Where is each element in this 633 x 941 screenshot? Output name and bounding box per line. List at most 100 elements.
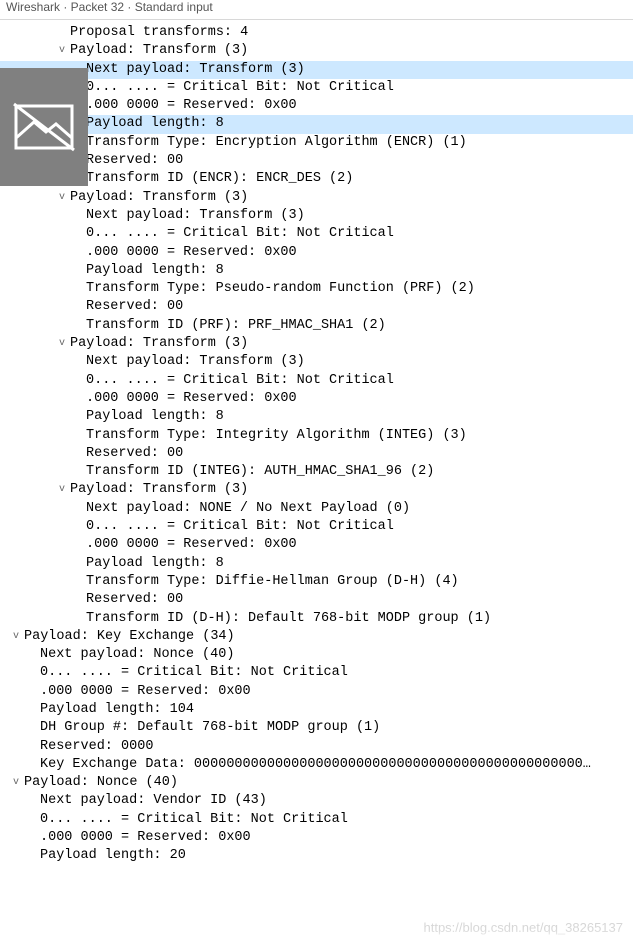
- tree-row-label: Transform ID (INTEG): AUTH_HMAC_SHA1_96 …: [86, 463, 434, 481]
- tree-row-label: 0... .... = Critical Bit: Not Critical: [86, 79, 394, 97]
- tree-row[interactable]: Transform Type: Encryption Algorithm (EN…: [0, 134, 633, 152]
- tree-row-label: Reserved: 00: [86, 298, 183, 316]
- tree-row[interactable]: Key Exchange Data: 000000000000000000000…: [0, 756, 633, 774]
- tree-row-label: Payload length: 20: [40, 847, 186, 865]
- tree-row-label: .000 0000 = Reserved: 0x00: [86, 536, 297, 554]
- tree-row-label: Payload: Transform (3): [70, 481, 248, 499]
- tree-row[interactable]: Next payload: Transform (3): [0, 207, 633, 225]
- tree-row-expandable[interactable]: vPayload: Key Exchange (34): [0, 628, 633, 646]
- tree-row[interactable]: Transform Type: Integrity Algorithm (INT…: [0, 427, 633, 445]
- tree-row-label: Transform ID (PRF): PRF_HMAC_SHA1 (2): [86, 317, 386, 335]
- tree-row[interactable]: Transform ID (D-H): Default 768-bit MODP…: [0, 610, 633, 628]
- tree-row[interactable]: 0... .... = Critical Bit: Not Critical: [0, 79, 633, 97]
- tree-row-label: Transform Type: Diffie-Hellman Group (D-…: [86, 573, 459, 591]
- tree-row-expandable[interactable]: vPayload: Transform (3): [0, 481, 633, 499]
- tree-row-label: Next payload: Nonce (40): [40, 646, 234, 664]
- tree-row-label: Payload: Transform (3): [70, 335, 248, 353]
- tree-row-label: Reserved: 0000: [40, 738, 153, 756]
- tree-row[interactable]: Transform Type: Diffie-Hellman Group (D-…: [0, 573, 633, 591]
- tree-row-label: Transform ID (D-H): Default 768-bit MODP…: [86, 610, 491, 628]
- tree-row[interactable]: Transform ID (ENCR): ENCR_DES (2): [0, 170, 633, 188]
- tree-row-label: Payload length: 8: [86, 115, 224, 133]
- tree-row[interactable]: DH Group #: Default 768-bit MODP group (…: [0, 719, 633, 737]
- tree-row[interactable]: .000 0000 = Reserved: 0x00: [0, 244, 633, 262]
- tree-row-label: 0... .... = Critical Bit: Not Critical: [86, 518, 394, 536]
- tree-row-label: Payload length: 8: [86, 408, 224, 426]
- tree-row[interactable]: Next payload: Transform (3): [0, 61, 633, 79]
- tree-row-label: Next payload: Transform (3): [86, 353, 305, 371]
- tree-row-label: 0... .... = Critical Bit: Not Critical: [40, 811, 348, 829]
- tree-row-label: Reserved: 00: [86, 445, 183, 463]
- tree-row[interactable]: Next payload: Vendor ID (43): [0, 792, 633, 810]
- tree-row[interactable]: Transform Type: Pseudo-random Function (…: [0, 280, 633, 298]
- tree-row-label: Payload: Transform (3): [70, 42, 248, 60]
- tree-row[interactable]: .000 0000 = Reserved: 0x00: [0, 683, 633, 701]
- tree-row-label: DH Group #: Default 768-bit MODP group (…: [40, 719, 380, 737]
- tree-row[interactable]: .000 0000 = Reserved: 0x00: [0, 536, 633, 554]
- expand-toggle-icon[interactable]: v: [10, 628, 22, 646]
- expand-toggle-icon[interactable]: v: [56, 42, 68, 60]
- tree-row-label: .000 0000 = Reserved: 0x00: [40, 683, 251, 701]
- tree-row[interactable]: Next payload: NONE / No Next Payload (0): [0, 500, 633, 518]
- tree-row[interactable]: 0... .... = Critical Bit: Not Critical: [0, 664, 633, 682]
- expand-toggle-icon[interactable]: v: [56, 481, 68, 499]
- tree-row[interactable]: Payload length: 8: [0, 408, 633, 426]
- tree-row[interactable]: Transform ID (PRF): PRF_HMAC_SHA1 (2): [0, 317, 633, 335]
- tree-row[interactable]: .000 0000 = Reserved: 0x00: [0, 829, 633, 847]
- tree-row[interactable]: 0... .... = Critical Bit: Not Critical: [0, 372, 633, 390]
- tree-row-label: .000 0000 = Reserved: 0x00: [40, 829, 251, 847]
- tree-row[interactable]: Payload length: 104: [0, 701, 633, 719]
- tree-row-label: Payload length: 8: [86, 262, 224, 280]
- tree-row-label: Proposal transforms: 4: [70, 24, 248, 42]
- tree-row-label: Payload length: 8: [86, 555, 224, 573]
- tree-row[interactable]: Payload length: 8: [0, 115, 633, 133]
- tree-row[interactable]: Next payload: Nonce (40): [0, 646, 633, 664]
- tree-row-label: Transform Type: Encryption Algorithm (EN…: [86, 134, 467, 152]
- tree-row-label: .000 0000 = Reserved: 0x00: [86, 97, 297, 115]
- tree-row-label: 0... .... = Critical Bit: Not Critical: [86, 372, 394, 390]
- expand-toggle-icon[interactable]: v: [56, 335, 68, 353]
- tree-row-label: Reserved: 00: [86, 152, 183, 170]
- tree-row[interactable]: Reserved: 00: [0, 591, 633, 609]
- tree-row-label: 0... .... = Critical Bit: Not Critical: [86, 225, 394, 243]
- tree-row-label: Next payload: Transform (3): [86, 61, 305, 79]
- tree-row-label: Next payload: NONE / No Next Payload (0): [86, 500, 410, 518]
- tree-row[interactable]: Reserved: 0000: [0, 738, 633, 756]
- tree-row[interactable]: Payload length: 20: [0, 847, 633, 865]
- tree-row[interactable]: Next payload: Transform (3): [0, 353, 633, 371]
- tree-row-label: Transform ID (ENCR): ENCR_DES (2): [86, 170, 353, 188]
- broken-image-placeholder: [0, 68, 88, 186]
- tree-row[interactable]: Reserved: 00: [0, 445, 633, 463]
- tree-row-expandable[interactable]: vPayload: Nonce (40): [0, 774, 633, 792]
- window-title: Wireshark · Packet 32 · Standard input: [0, 0, 633, 20]
- tree-row-label: 0... .... = Critical Bit: Not Critical: [40, 664, 348, 682]
- expand-toggle-icon[interactable]: v: [56, 189, 68, 207]
- tree-row-label: Transform Type: Integrity Algorithm (INT…: [86, 427, 467, 445]
- tree-row[interactable]: Reserved: 00: [0, 298, 633, 316]
- tree-row-label: Payload: Key Exchange (34): [24, 628, 235, 646]
- tree-row-label: Payload: Nonce (40): [24, 774, 178, 792]
- tree-row-label: Next payload: Transform (3): [86, 207, 305, 225]
- tree-row[interactable]: 0... .... = Critical Bit: Not Critical: [0, 225, 633, 243]
- tree-row-expandable[interactable]: vPayload: Transform (3): [0, 335, 633, 353]
- tree-row[interactable]: .000 0000 = Reserved: 0x00: [0, 97, 633, 115]
- tree-row-expandable[interactable]: vPayload: Transform (3): [0, 42, 633, 60]
- packet-details-tree[interactable]: Proposal transforms: 4vPayload: Transfor…: [0, 20, 633, 866]
- tree-row[interactable]: Transform ID (INTEG): AUTH_HMAC_SHA1_96 …: [0, 463, 633, 481]
- bottom-fade: [0, 929, 633, 941]
- tree-row[interactable]: Payload length: 8: [0, 262, 633, 280]
- tree-row[interactable]: Proposal transforms: 4: [0, 24, 633, 42]
- tree-row[interactable]: 0... .... = Critical Bit: Not Critical: [0, 518, 633, 536]
- tree-row-label: .000 0000 = Reserved: 0x00: [86, 244, 297, 262]
- tree-row-expandable[interactable]: vPayload: Transform (3): [0, 189, 633, 207]
- tree-row[interactable]: 0... .... = Critical Bit: Not Critical: [0, 811, 633, 829]
- watermark-text: https://blog.csdn.net/qq_38265137: [424, 920, 624, 935]
- tree-row-label: Reserved: 00: [86, 591, 183, 609]
- tree-row[interactable]: .000 0000 = Reserved: 0x00: [0, 390, 633, 408]
- tree-row-label: .000 0000 = Reserved: 0x00: [86, 390, 297, 408]
- expand-toggle-icon[interactable]: v: [10, 774, 22, 792]
- tree-row[interactable]: Payload length: 8: [0, 555, 633, 573]
- tree-row-label: Key Exchange Data: 000000000000000000000…: [40, 756, 591, 774]
- tree-row[interactable]: Reserved: 00: [0, 152, 633, 170]
- tree-row-label: Payload: Transform (3): [70, 189, 248, 207]
